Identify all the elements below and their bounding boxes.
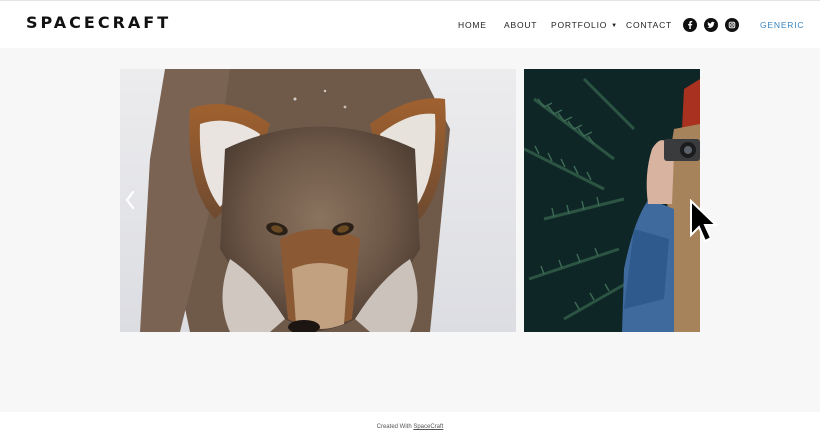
nav-portfolio-label: PORTFOLIO xyxy=(551,20,608,30)
gallery-slide-photographer[interactable] xyxy=(524,69,700,332)
nav-generic[interactable]: GENERIC xyxy=(760,20,804,30)
instagram-icon[interactable] xyxy=(725,18,739,32)
nav-contact[interactable]: CONTACT xyxy=(626,20,672,30)
coyote-photo xyxy=(120,69,516,332)
site-footer: Created With SpaceCraft xyxy=(0,412,820,444)
footer-text: Created With xyxy=(376,424,412,430)
site-header: SPACECRAFT HOME ABOUT PORTFOLIO ▼ CONTACT… xyxy=(0,0,820,48)
nav-portfolio[interactable]: PORTFOLIO ▼ xyxy=(551,20,618,30)
facebook-icon[interactable] xyxy=(683,18,697,32)
footer-spacecraft-link[interactable]: SpaceCraft xyxy=(413,424,443,430)
gallery-slide-coyote[interactable] xyxy=(120,69,516,332)
twitter-icon[interactable] xyxy=(704,18,718,32)
chevron-down-icon: ▼ xyxy=(611,23,618,29)
previous-slide-arrow-icon[interactable] xyxy=(123,189,137,211)
mouse-pointer-icon xyxy=(690,199,719,243)
photographer-photo xyxy=(524,69,700,332)
site-logo[interactable]: SPACECRAFT xyxy=(26,13,171,32)
nav-about[interactable]: ABOUT xyxy=(504,20,537,30)
nav-home[interactable]: HOME xyxy=(458,20,487,30)
